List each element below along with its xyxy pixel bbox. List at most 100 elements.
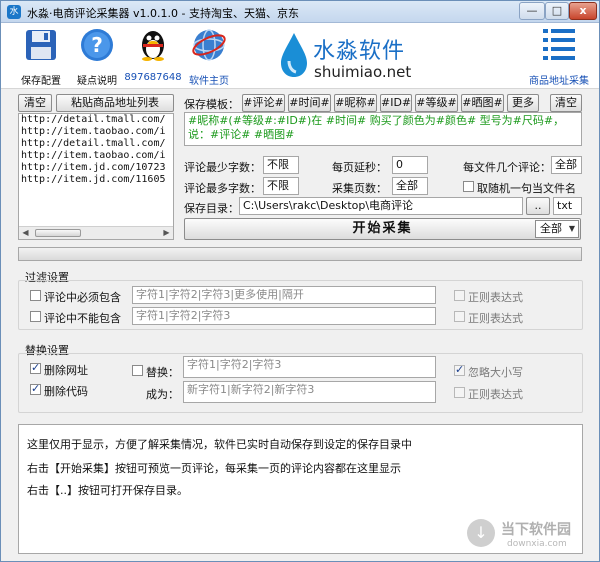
browse-dir-button[interactable]: .. (526, 197, 550, 215)
page-delay-label: 每页延秒： (332, 161, 387, 174)
water-drop-logo-icon (281, 33, 307, 77)
url-list-item: http://detail.tmall.com/ (21, 114, 166, 125)
replace-to-label: 成为： (146, 388, 179, 401)
collect-mode-select[interactable]: 全部 ▼ (535, 220, 579, 238)
paste-urls-button[interactable]: 粘贴商品地址列表 (56, 94, 174, 112)
max-words-label: 评论最多字数： (184, 182, 261, 195)
watermark-chinese-text: 当下软件园 (501, 522, 571, 538)
window-title: 水淼·电商评论采集器 v1.0.1.0 - 支持淘宝、天猫、京东 (27, 7, 299, 20)
floppy-disk-icon (26, 30, 56, 60)
file-extension-field[interactable]: txt (553, 197, 582, 215)
start-collect-button[interactable]: 开始采集 (184, 218, 581, 240)
close-button[interactable]: x (569, 2, 597, 20)
max-words-field[interactable]: 不限 (263, 177, 299, 195)
scrollbar-thumb[interactable] (35, 229, 81, 237)
template-editor[interactable]: #昵称#(#等级#:#ID#)在 #时间# 购买了颜色为#颜色# 型号为#尺码#… (184, 112, 582, 146)
logo-domain-text: shuimiao.net (314, 63, 412, 81)
site-watermark: ↓ 当下软件园 downxia.com (467, 517, 587, 557)
url-list-item: http://item.jd.com/11605 (21, 174, 166, 185)
ignore-case-label: 忽略大小写 (468, 366, 523, 379)
replace-checkbox[interactable] (132, 365, 143, 376)
per-file-field[interactable]: 全部 (551, 156, 582, 174)
must-not-contain-input[interactable]: 字符1|字符2|字符3 (132, 307, 436, 325)
page-delay-field[interactable]: 0 (392, 156, 428, 174)
save-config-button[interactable]: 保存配置 (11, 27, 71, 87)
must-not-regex-checkbox[interactable] (454, 311, 465, 322)
min-words-field[interactable]: 不限 (263, 156, 299, 174)
pages-label: 采集页数： (332, 182, 387, 195)
url-list-item: http://item.taobao.com/i (21, 150, 166, 161)
ignore-case-checkbox[interactable] (454, 363, 465, 376)
must-contain-input[interactable]: 字符1|字符2|字符3|更多使用|隔开 (132, 286, 436, 304)
random-filename-checkbox[interactable] (463, 181, 474, 192)
maximize-button[interactable]: □ (545, 2, 569, 20)
url-list[interactable]: http://detail.tmall.com/ http://item.tao… (18, 113, 174, 240)
remove-url-checkbox[interactable] (30, 361, 41, 374)
url-list-horizontal-scrollbar[interactable]: ◀ ▶ (19, 226, 173, 239)
replace-regex-checkbox[interactable] (454, 387, 465, 398)
list-menu-icon (543, 29, 575, 60)
url-list-item: http://detail.tmall.com/ (21, 138, 166, 149)
log-line: 右击【开始采集】按钮可预览一页评论，每采集一页的评论内容都在这里显示 (27, 462, 401, 475)
template-label: 保存模板： (184, 98, 239, 111)
clear-template-button[interactable]: 清空 (550, 94, 582, 112)
watermark-domain-text: downxia.com (507, 539, 567, 549)
toolbar: 保存配置 ? 疑点说明 897687648 软件主页 水淼软件 shuimiao… (1, 23, 599, 89)
globe-icon (192, 29, 226, 61)
url-list-item: http://item.taobao.com/i (21, 126, 166, 137)
tag-id-button[interactable]: #ID# (380, 94, 412, 112)
pages-field[interactable]: 全部 (392, 177, 428, 195)
url-list-item: http://item.jd.com/10723 (21, 162, 166, 173)
log-line: 右击【..】按钮可打开保存目录。 (27, 484, 188, 497)
must-contain-checkbox[interactable] (30, 290, 41, 301)
download-arrow-icon: ↓ (467, 519, 495, 547)
logo-chinese-text: 水淼软件 (313, 39, 406, 64)
replace-regex-label: 正则表达式 (468, 388, 523, 401)
replace-to-input[interactable]: 新字符1|新字符2|新字符3 (183, 381, 436, 403)
collect-mode-value: 全部 (540, 222, 562, 235)
progress-bar (18, 247, 582, 261)
replace-label: 替换： (146, 366, 179, 379)
random-filename-label: 取随机一句当文件名 (477, 182, 576, 195)
more-tags-button[interactable]: 更多 (507, 94, 539, 112)
help-icon: ? (81, 29, 113, 61)
url-collect-label: 商品地址采集 (529, 76, 589, 87)
per-file-label: 每文件几个评论： (463, 161, 551, 174)
tag-comment-button[interactable]: #评论# (242, 94, 285, 112)
tag-level-button[interactable]: #等级# (415, 94, 458, 112)
must-contain-regex-label: 正则表达式 (468, 291, 523, 304)
help-label: 疑点说明 (77, 76, 117, 87)
help-button[interactable]: ? 疑点说明 (67, 27, 127, 87)
svg-text:?: ? (91, 33, 103, 57)
homepage-label: 软件主页 (189, 76, 229, 87)
url-collect-button[interactable]: 商品地址采集 (527, 27, 591, 87)
save-config-label: 保存配置 (21, 76, 61, 87)
must-not-contain-checkbox[interactable] (30, 311, 41, 322)
must-contain-regex-checkbox[interactable] (454, 290, 465, 301)
min-words-label: 评论最少字数： (184, 161, 261, 174)
tag-photo-button[interactable]: #晒图# (461, 94, 504, 112)
tag-nickname-button[interactable]: #昵称# (334, 94, 377, 112)
app-icon: 水 (7, 5, 21, 19)
scroll-right-arrow-icon[interactable]: ▶ (160, 227, 173, 239)
save-dir-field[interactable]: C:\Users\rakc\Desktop\电商评论 (239, 197, 523, 215)
qq-number-label: 897687648 (124, 72, 182, 83)
remove-url-label: 删除网址 (44, 364, 88, 377)
qq-penguin-icon (142, 31, 164, 61)
must-not-contain-label: 评论中不能包含 (44, 312, 121, 325)
chevron-down-icon: ▼ (568, 224, 575, 233)
replace-input[interactable]: 字符1|字符2|字符3 (183, 356, 436, 378)
log-line: 这里仅用于显示，方便了解采集情况，软件已实时自动保存到设定的保存目录中 (27, 438, 412, 451)
remove-code-checkbox[interactable] (30, 382, 41, 395)
app-window: 水 水淼·电商评论采集器 v1.0.1.0 - 支持淘宝、天猫、京东 — □ x… (0, 0, 600, 562)
scroll-left-arrow-icon[interactable]: ◀ (19, 227, 32, 239)
minimize-button[interactable]: — (519, 2, 545, 20)
tag-time-button[interactable]: #时间# (288, 94, 331, 112)
homepage-button[interactable]: 软件主页 (179, 27, 239, 87)
save-dir-label: 保存目录： (184, 202, 239, 215)
qq-contact-button[interactable]: 897687648 (123, 27, 183, 83)
clear-urls-button[interactable]: 清空 (18, 94, 52, 112)
remove-code-label: 删除代码 (44, 385, 88, 398)
must-contain-label: 评论中必须包含 (44, 291, 121, 304)
title-bar: 水 水淼·电商评论采集器 v1.0.1.0 - 支持淘宝、天猫、京东 — □ x (1, 1, 599, 23)
